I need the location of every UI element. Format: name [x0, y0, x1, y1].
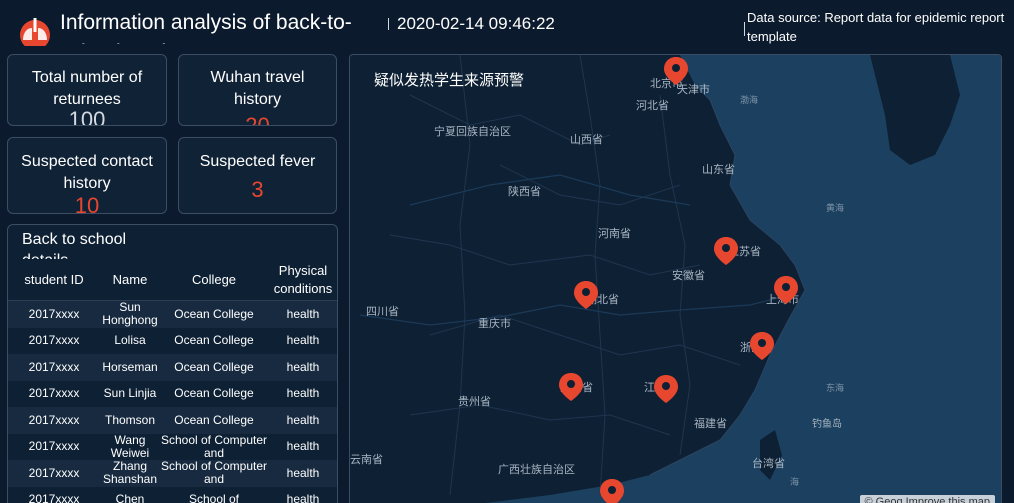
map-label-donghai: 东海 [826, 382, 844, 394]
cell-college: Ocean College [174, 333, 254, 348]
cell-college: School of Computer and [160, 433, 268, 460]
cell-college: Ocean College [174, 306, 254, 321]
table-row: 2017xxxx Lolisa Ocean College health [8, 327, 337, 354]
map-label-guizhou: 贵州省 [458, 395, 491, 408]
map-title: 疑似发热学生来源预警 [374, 72, 525, 89]
cell-name: Chen [115, 492, 145, 503]
stat-value: 100 [68, 107, 106, 126]
column-header-physical-conditions: Physical conditions [273, 262, 333, 296]
cell-student-id: 2017xxxx [28, 333, 80, 348]
map-label-fujian: 福建省 [694, 416, 727, 430]
table-row: 2017xxxx Wang Weiwei School of Computer an… [8, 433, 337, 460]
map-label-shaanxi: 陕西省 [508, 184, 541, 198]
map-label-shandong: 山东省 [702, 163, 735, 176]
map-label-chongqing: 重庆市 [478, 316, 511, 330]
table-row: 2017xxxx Thomson Ocean College health [8, 407, 337, 434]
map-panel[interactable]: 北京市 天津市 河北省 渤海 宁夏回族自治区 山西省 山东省 陕西省 河南省 黄… [349, 54, 1002, 503]
china-map[interactable]: 北京市 天津市 河北省 渤海 宁夏回族自治区 山西省 山东省 陕西省 河南省 黄… [350, 55, 1002, 503]
cell-college: Ocean College [174, 386, 254, 401]
cell-name: Zhang Shanshan [102, 460, 158, 487]
column-header-student-id: student ID [24, 271, 84, 287]
map-attribution[interactable]: © Geoq Improve this map [859, 495, 995, 503]
column-header-college: College [191, 271, 237, 287]
map-label-tianjin: 天津市 [677, 82, 710, 96]
map-label-anhui: 安徽省 [672, 268, 705, 282]
cell-college: School of Computer and [160, 460, 268, 487]
stat-label: Wuhan travel history [210, 69, 305, 108]
cell-condition: health [286, 492, 320, 503]
lungs-logo-icon [20, 18, 50, 46]
cell-college: School of [188, 492, 240, 503]
cell-student-id: 2017xxxx [28, 359, 80, 374]
stat-card-wuhan: Wuhan travel history 20 [178, 54, 337, 126]
stat-value: 20 [245, 113, 270, 126]
cell-condition: health [286, 359, 320, 374]
cell-student-id: 2017xxxx [28, 386, 80, 401]
datetime: 2020-02-14 09:46:22 [397, 14, 555, 33]
cell-student-id: 2017xxxx [28, 412, 80, 427]
map-label-taiwan: 台湾省 [752, 456, 785, 470]
cell-condition: health [286, 465, 320, 480]
stat-label: Suspected fever [199, 153, 316, 170]
cell-condition: health [286, 412, 320, 427]
stat-value: 10 [74, 193, 100, 214]
map-label-bohai: 渤海 [740, 94, 758, 106]
header: Information analysis of back-to-school s… [0, 0, 1014, 50]
table-row: 2017xxxx Sun Linjia Ocean College health [8, 380, 337, 407]
cell-condition: health [286, 333, 320, 348]
cell-student-id: 2017xxxx [28, 492, 80, 503]
cell-name: Wang Weiwei [110, 433, 150, 460]
cell-condition: health [286, 386, 320, 401]
cell-name: Horseman [102, 359, 158, 374]
map-label-diaoyudao: 钓鱼岛 [812, 417, 842, 430]
table-row: 2017xxxx Chen School of health [8, 486, 337, 503]
cell-condition: health [286, 306, 320, 321]
map-label-sichuan: 四川省 [366, 305, 399, 318]
map-label-yunnan: 云南省 [350, 453, 383, 466]
table-row: 2017xxxx Sun Honghong Ocean College health [8, 301, 337, 328]
cell-name: Thomson [104, 412, 156, 427]
cell-name: Lolisa [114, 333, 146, 348]
map-label-ningxia: 宁夏回族自治区 [434, 124, 511, 138]
table-title: Back to school details [22, 231, 127, 259]
divider [388, 18, 389, 30]
stat-label: Suspected contact history [21, 153, 153, 192]
cell-college: Ocean College [174, 412, 254, 427]
map-label-shanxi: 山西省 [570, 133, 603, 146]
table-header: student ID Name College Physical conditi… [8, 259, 337, 301]
divider [744, 22, 745, 36]
cell-name: Sun Honghong [102, 301, 158, 328]
table-row: 2017xxxx Zhang Shanshan School of Computer… [8, 460, 337, 487]
column-header-name: Name [112, 271, 148, 287]
cell-college: Ocean College [174, 359, 254, 374]
map-label-hebei: 河北省 [636, 99, 669, 112]
stat-card-fever: Suspected fever 3 [178, 137, 337, 214]
map-label-huanghai: 黄海 [826, 202, 844, 214]
cell-name: Sun Linjia [103, 386, 157, 401]
map-label-guangxi: 广西壮族自治区 [498, 462, 575, 476]
stat-label: Total number of returnees [31, 69, 143, 108]
stat-card-returnees: Total number of returnees 100 [7, 54, 167, 126]
map-label-henan: 河南省 [598, 227, 631, 240]
dashboard: Information analysis of back-to-school s… [0, 0, 1014, 503]
cell-student-id: 2017xxxx [28, 465, 80, 480]
cell-student-id: 2017xxxx [28, 306, 80, 321]
stat-card-contact: Suspected contact history 10 [7, 137, 167, 214]
cell-student-id: 2017xxxx [28, 439, 80, 454]
data-source: Data source: Report data for epidemic re… [747, 10, 1005, 44]
map-label-sea: 海 [790, 476, 799, 488]
details-table-panel: Back to school details student ID Name C… [7, 224, 338, 503]
table-body[interactable]: 2017xxxx Sun Honghong Ocean College health … [8, 301, 337, 503]
table-row: 2017xxxx Horseman Ocean College health [8, 354, 337, 381]
cell-condition: health [286, 439, 320, 454]
stat-value: 3 [251, 177, 264, 202]
page-title: Information analysis of back-to-school s… [60, 11, 352, 44]
